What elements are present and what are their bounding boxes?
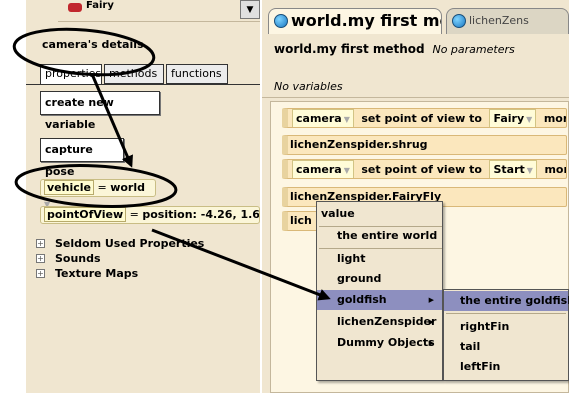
capture-pose-button[interactable]: capture pose <box>40 138 124 178</box>
chevron-down-icon[interactable]: ▼ <box>526 115 532 124</box>
tab-divider <box>26 84 260 85</box>
property-pov-equals: = <box>129 208 139 221</box>
tab-functions[interactable]: functions <box>166 64 228 84</box>
method-params: No parameters <box>432 43 515 56</box>
chevron-down-icon[interactable]: ▼ <box>344 166 350 175</box>
value-menu: value the entire world light ground gold… <box>316 201 443 381</box>
statement-value[interactable]: Start ▼ <box>489 160 537 178</box>
tree-item-label: Seldom Used Properties <box>55 237 205 250</box>
tree-item-texture-maps[interactable]: + Texture Maps <box>36 267 138 280</box>
details-title: camera's details <box>42 38 144 51</box>
statement-target[interactable]: camera ▼ <box>292 160 354 178</box>
menu-item-goldfish[interactable]: goldfish <box>317 290 442 310</box>
property-vehicle-name[interactable]: vehicle <box>44 180 94 195</box>
statement-text: lich <box>290 214 312 227</box>
statement-set-pov-start[interactable]: camera▼ set point of view to Start▼ more… <box>282 159 567 179</box>
property-pov-value[interactable]: position: -4.26, 1.6, 7.38 <box>142 208 259 221</box>
object-selector-dropdown[interactable]: Fairy ▼ <box>58 0 260 22</box>
tab-properties[interactable]: properties <box>40 64 102 84</box>
menu-item-the-entire-goldfish[interactable]: the entire goldfish <box>444 291 569 311</box>
statement-action: set point of view to <box>361 163 482 176</box>
chevron-down-icon[interactable]: ▼ <box>527 166 533 175</box>
menu-item-the-entire-world[interactable]: the entire world <box>317 226 442 246</box>
statement-shrug[interactable]: lichenZenspider.shrug <box>282 135 567 155</box>
statement-action: set point of view to <box>361 112 482 125</box>
object-selector-label: Fairy <box>86 0 114 11</box>
menu-item-rightfin[interactable]: rightFin <box>444 317 568 337</box>
more-button[interactable]: more... <box>544 163 566 176</box>
menu-divider <box>446 313 566 314</box>
menu-item-tail[interactable]: tail <box>444 337 568 357</box>
fairy-icon <box>68 3 82 12</box>
variables-divider <box>262 97 569 98</box>
world-sphere-icon <box>452 14 466 28</box>
tab-methods[interactable]: methods <box>104 64 164 84</box>
chevron-down-icon[interactable]: ▼ <box>344 115 350 124</box>
statement-target[interactable]: camera ▼ <box>292 109 354 127</box>
menu-item-dummy-objects[interactable]: Dummy Objects <box>317 333 442 353</box>
property-vehicle[interactable]: vehicle = world ▼ <box>40 179 156 209</box>
tab-label: world.my first method <box>291 11 441 30</box>
world-sphere-icon <box>274 14 288 28</box>
expand-icon[interactable]: + <box>36 239 45 248</box>
method-name: world.my first method <box>274 42 425 56</box>
expand-icon[interactable]: + <box>36 269 45 278</box>
menu-header-value: value <box>321 207 355 220</box>
tree-item-seldom-used-properties[interactable]: + Seldom Used Properties <box>36 237 204 250</box>
tab-lichenzenspider[interactable]: lichenZens <box>446 8 569 34</box>
statement-text: lichenZenspider.shrug <box>290 138 428 151</box>
variables-label: No variables <box>274 80 343 93</box>
menu-item-leftfin[interactable]: leftFin <box>444 357 568 377</box>
property-pov-name[interactable]: pointOfView <box>44 207 127 222</box>
create-new-variable-button[interactable]: create new variable <box>40 91 160 131</box>
property-vehicle-equals: = <box>97 181 107 194</box>
property-vehicle-value[interactable]: world <box>110 181 145 194</box>
tab-world-my-first-method[interactable]: world.my first method <box>268 8 442 34</box>
tree-item-label: Sounds <box>55 252 101 265</box>
menu-item-light[interactable]: light <box>317 249 442 269</box>
tree-item-sounds[interactable]: + Sounds <box>36 252 101 265</box>
tab-label: lichenZens <box>469 14 529 27</box>
method-header: world.my first method No parameters <box>274 42 515 56</box>
expand-icon[interactable]: + <box>36 254 45 263</box>
chevron-down-icon[interactable]: ▼ <box>240 0 260 19</box>
property-point-of-view[interactable]: pointOfView = position: -4.26, 1.6, 7.38 <box>40 206 260 224</box>
menu-item-lichenzenspider[interactable]: lichenZenspider <box>317 312 442 332</box>
statement-set-pov-fairy[interactable]: camera▼ set point of view to Fairy▼ more… <box>282 108 567 128</box>
statement-value[interactable]: Fairy ▼ <box>489 109 537 127</box>
tree-item-label: Texture Maps <box>55 267 139 280</box>
menu-item-ground[interactable]: ground <box>317 269 442 289</box>
goldfish-submenu: the entire goldfish rightFin tail leftFi… <box>443 289 569 381</box>
more-button[interactable]: more... <box>544 112 566 125</box>
